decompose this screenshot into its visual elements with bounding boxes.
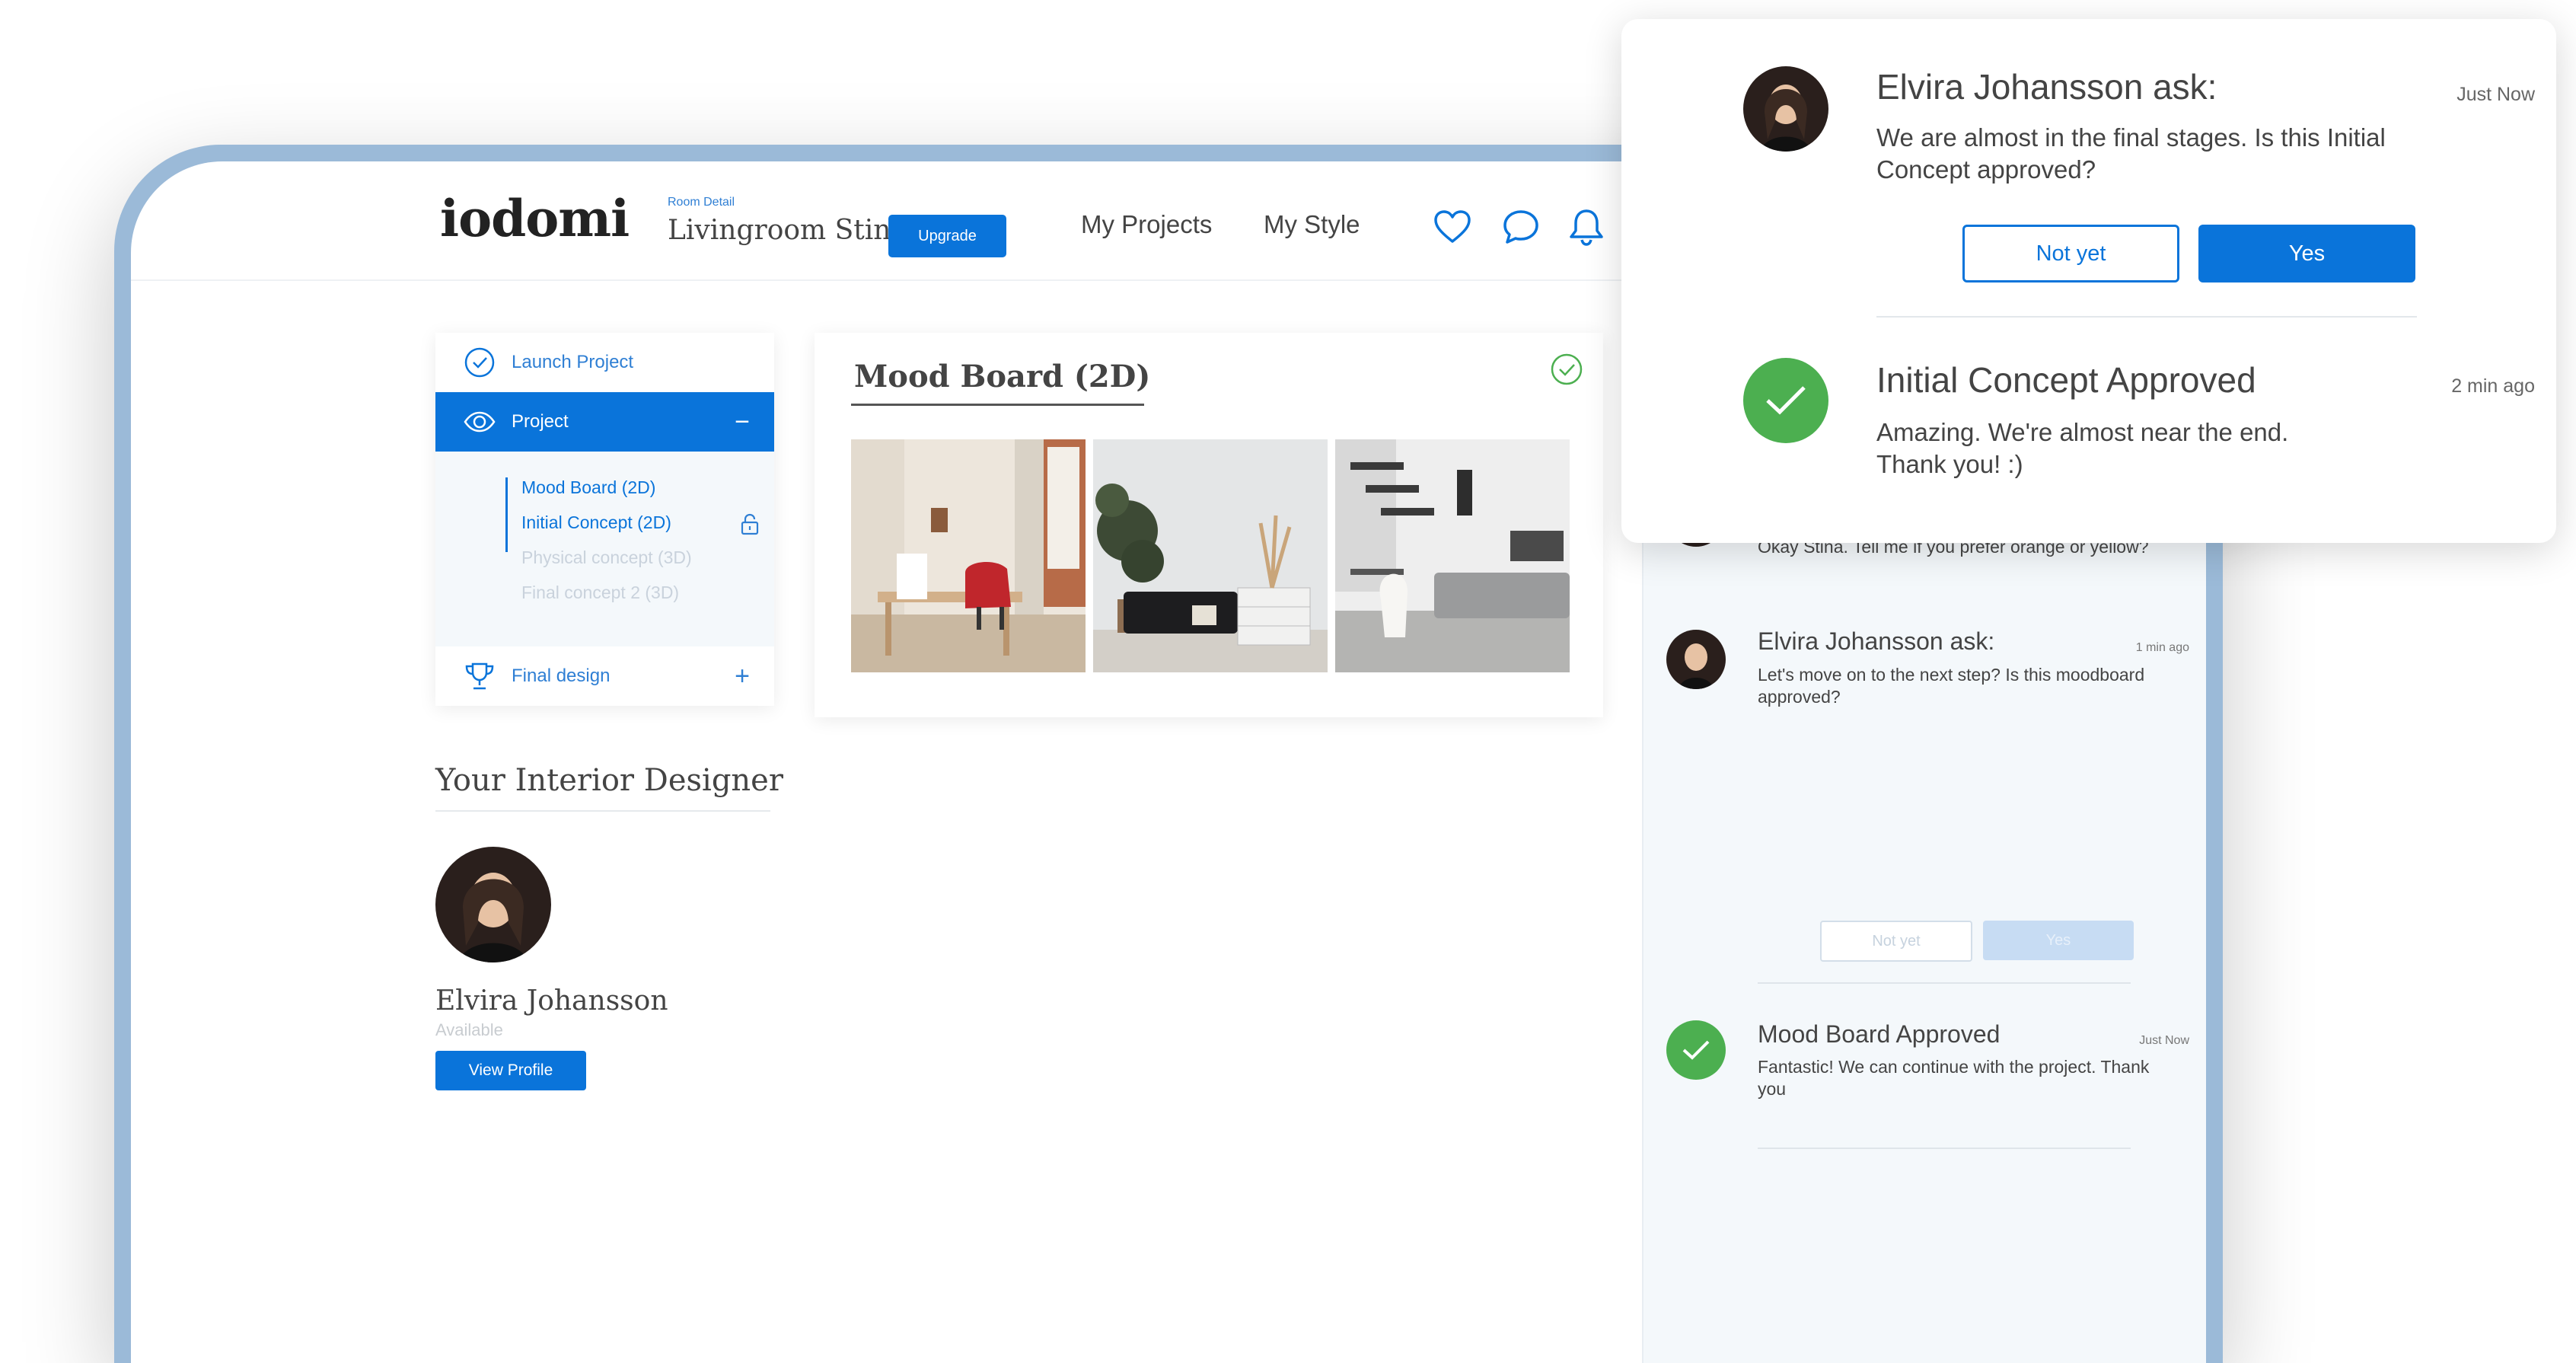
notification-body: We are almost in the final stages. Is th…	[1876, 123, 2386, 184]
brand-logo[interactable]: iodomi	[440, 189, 630, 248]
substep-initial-concept[interactable]: Initial Concept (2D)	[521, 512, 671, 533]
notification-time: 2 min ago	[2451, 375, 2535, 397]
message-title: Elvira Johansson ask:	[1758, 627, 1995, 655]
not-yet-button[interactable]: Not yet	[1962, 225, 2179, 282]
step-final-label: Final design	[512, 666, 611, 686]
notification-body: Amazing. We're almost near the end. Than…	[1876, 418, 2289, 478]
nav-my-projects[interactable]: My Projects	[1081, 210, 1212, 239]
mood-board-card: Mood Board (2D)	[815, 333, 1603, 717]
mood-image-1[interactable]	[851, 439, 1086, 672]
designer-availability: Available	[435, 1020, 503, 1039]
step-launch-project[interactable]: Launch Project	[435, 333, 774, 392]
check-circle-icon	[464, 347, 495, 378]
title-underline	[851, 404, 1144, 406]
approved-check-icon	[1666, 1020, 1726, 1080]
section-divider	[435, 810, 770, 812]
eye-icon	[464, 411, 496, 433]
substep-mood-board[interactable]: Mood Board (2D)	[521, 477, 655, 498]
room-name: Livingroom Stina	[668, 215, 907, 246]
yes-button[interactable]: Yes	[2198, 225, 2415, 282]
step-project-label: Project	[512, 411, 569, 432]
substep-final-concept: Final concept 2 (3D)	[521, 583, 680, 602]
message-divider	[1758, 1148, 2131, 1149]
collapse-toggle[interactable]: −	[735, 407, 750, 437]
message-time: Just Now	[2139, 1034, 2189, 1047]
approved-check-icon	[1743, 358, 1828, 443]
notification-title: Initial Concept Approved	[1876, 360, 2256, 400]
designer-avatar[interactable]	[435, 847, 551, 962]
message-divider	[1758, 982, 2131, 984]
trophy-icon	[465, 662, 494, 690]
yes-button-disabled: Yes	[1983, 921, 2134, 960]
designer-name: Elvira Johansson	[435, 985, 668, 1017]
upgrade-button[interactable]: Upgrade	[888, 215, 1006, 257]
mood-image-2[interactable]	[1093, 439, 1328, 672]
step-launch-label: Launch Project	[512, 352, 634, 372]
step-final-design[interactable]: Final design +	[435, 646, 774, 706]
bell-icon[interactable]	[1565, 206, 1608, 248]
message-time: 1 min ago	[2135, 641, 2189, 654]
message-title: Mood Board Approved	[1758, 1020, 2001, 1048]
mood-image-3[interactable]	[1335, 439, 1570, 672]
step-project[interactable]: Project −	[435, 392, 774, 452]
heart-icon[interactable]	[1431, 206, 1474, 248]
message-body: Fantastic! We can continue with the proj…	[1758, 1057, 2150, 1099]
view-profile-button[interactable]: View Profile	[435, 1051, 586, 1090]
avatar	[1743, 66, 1828, 152]
notification-time: Just Now	[2456, 84, 2535, 105]
chat-panel: Okay Stina. Tell me if you prefer orange…	[1642, 512, 2206, 1363]
message-body: Let's move on to the next step? Is this …	[1758, 665, 2145, 707]
chat-bubble-icon[interactable]	[1500, 206, 1542, 248]
notification-divider	[1876, 316, 2417, 318]
mood-board-title: Mood Board (2D)	[854, 359, 1151, 394]
active-substep-indicator	[505, 477, 508, 552]
notification-title: Elvira Johansson ask:	[1876, 67, 2217, 107]
not-yet-button-disabled: Not yet	[1820, 921, 1972, 962]
substep-physical-concept: Physical concept (3D)	[521, 547, 692, 567]
room-detail-label: Room Detail	[668, 196, 735, 209]
check-circle-icon	[1551, 353, 1583, 385]
project-steps-panel: Launch Project Project − Mood Board (2D)…	[435, 333, 774, 706]
notification-popup: Elvira Johansson ask: Just Now We are al…	[1621, 19, 2556, 543]
nav-my-style[interactable]: My Style	[1264, 210, 1360, 239]
project-substeps: Mood Board (2D) Initial Concept (2D) Phy…	[435, 452, 774, 646]
expand-toggle[interactable]: +	[735, 662, 750, 691]
designer-section-title: Your Interior Designer	[435, 763, 783, 798]
avatar	[1666, 630, 1726, 689]
lock-icon	[741, 513, 759, 535]
